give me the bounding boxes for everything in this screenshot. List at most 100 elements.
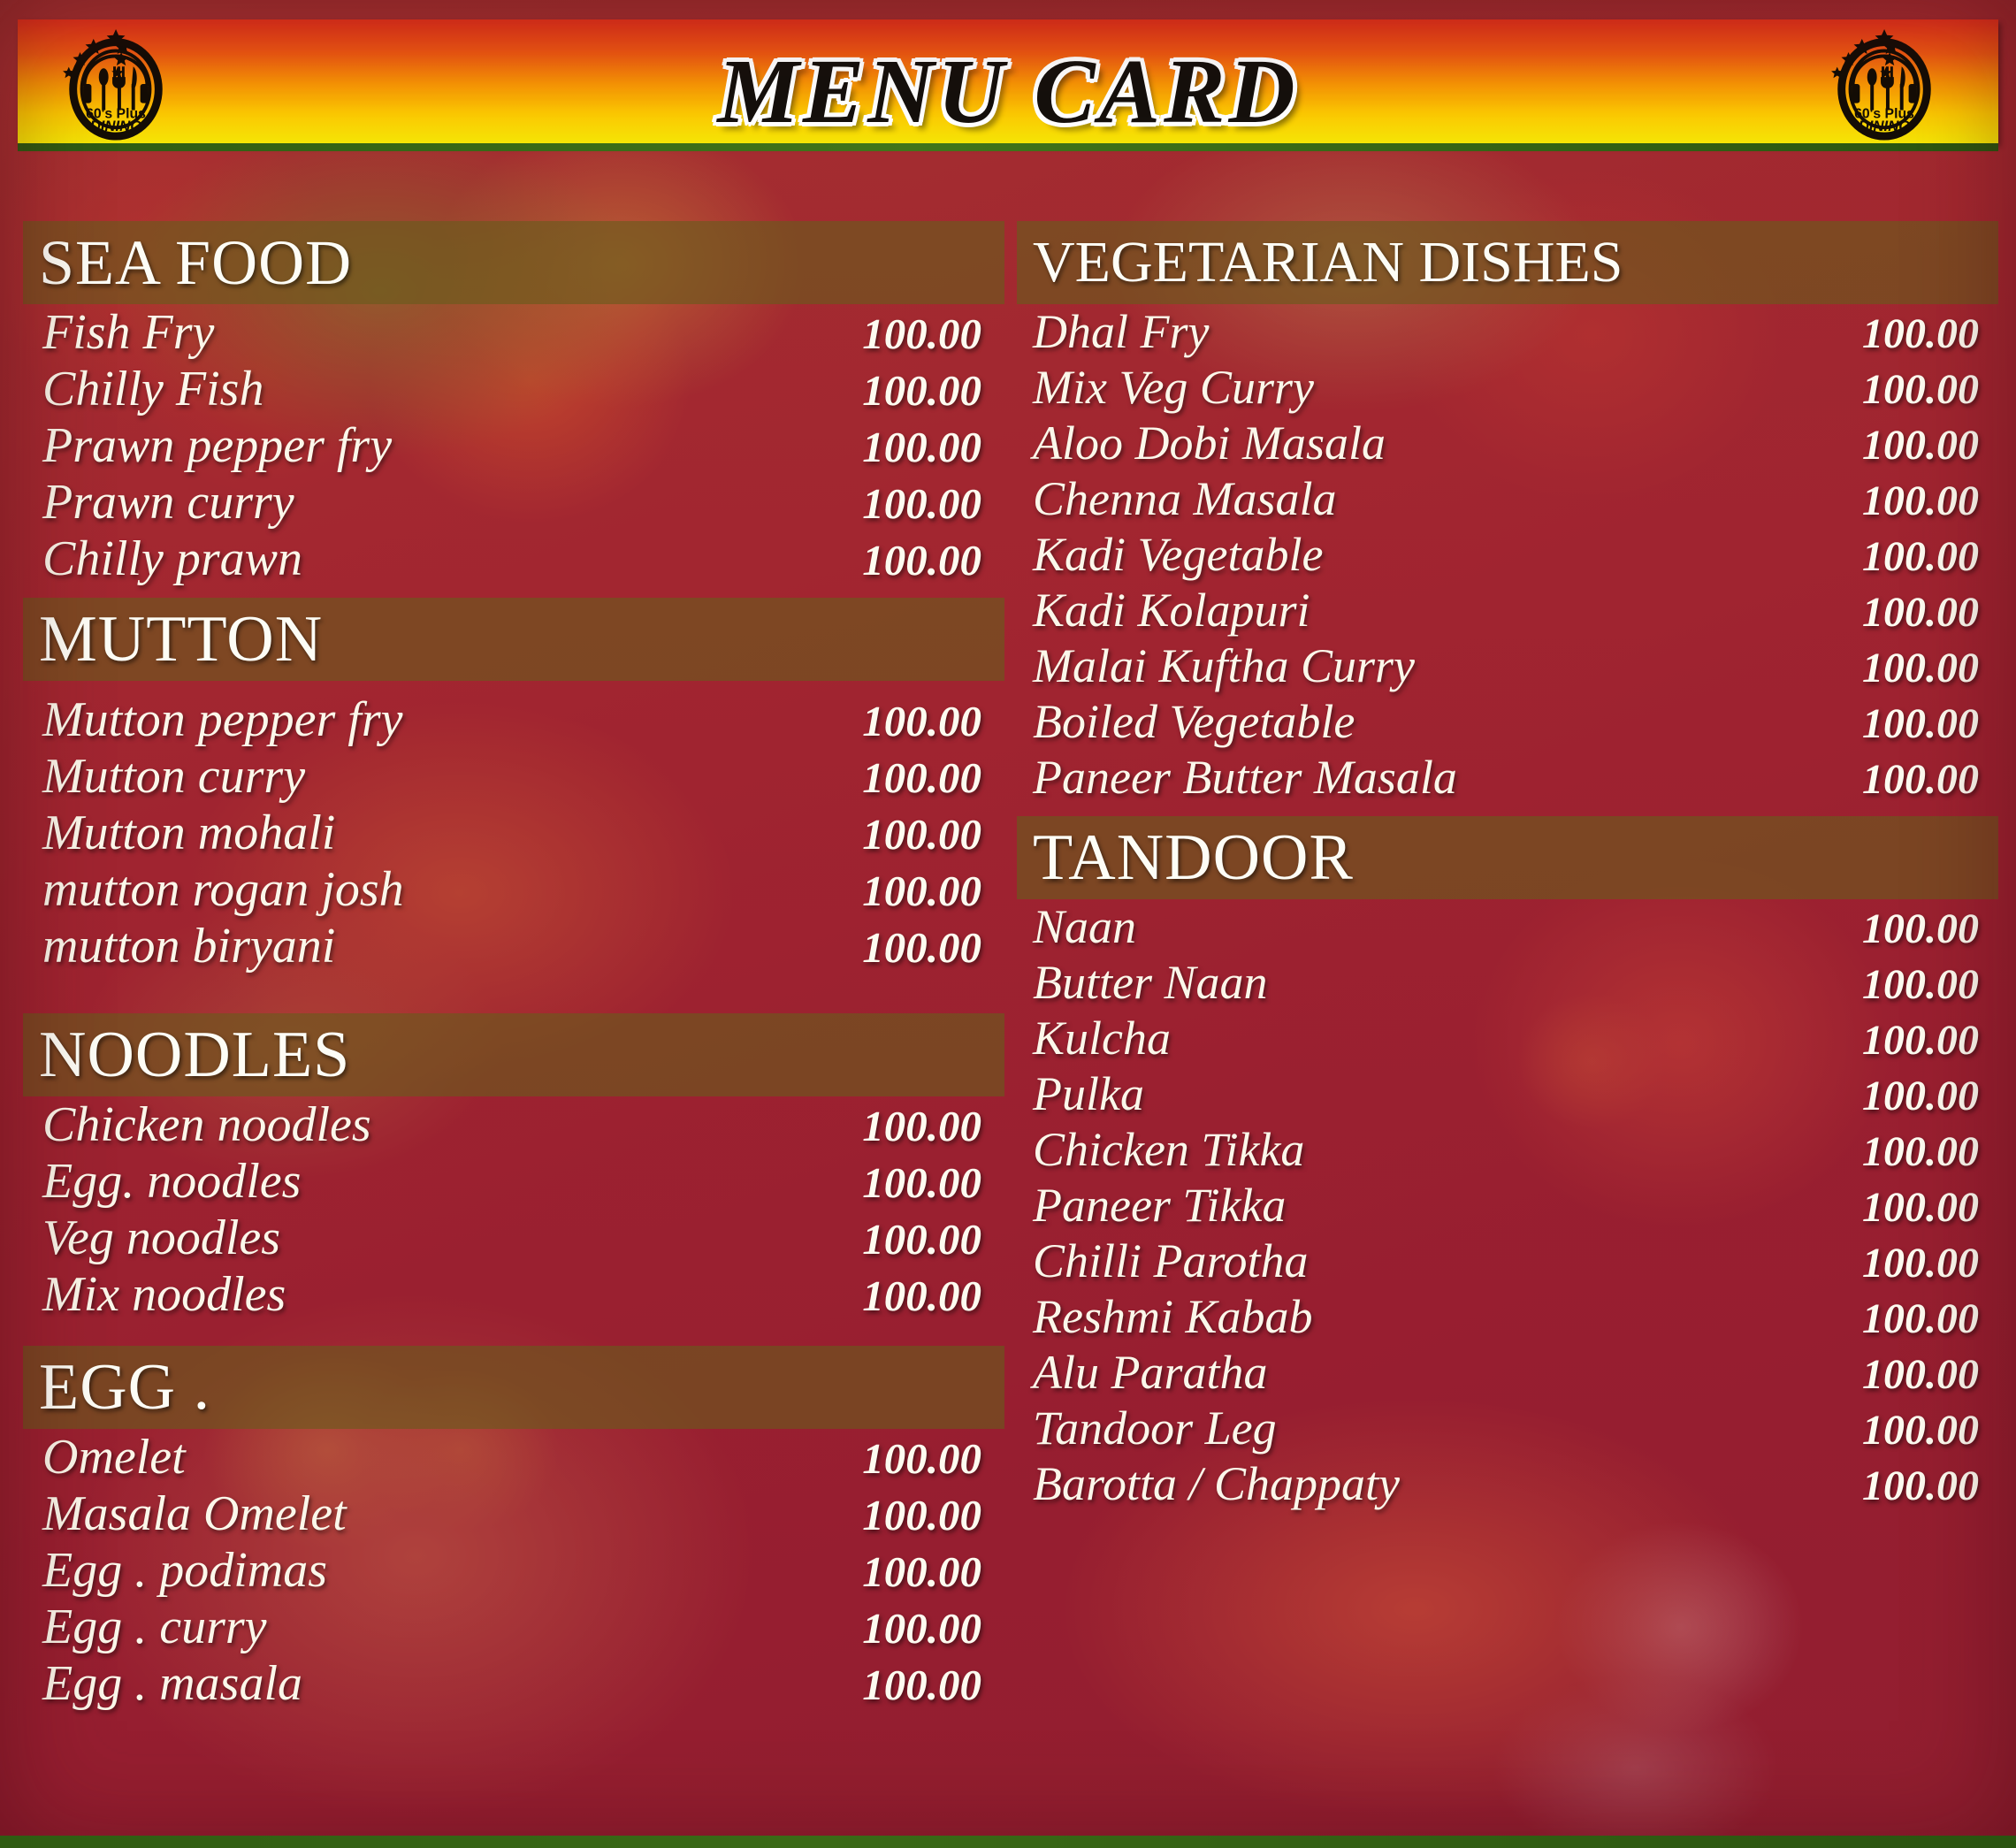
menu-row: mutton rogan josh 100.00 — [23, 861, 1004, 918]
menu-row: Tandoor Leg 100.00 — [1017, 1401, 1998, 1456]
menu-row: Egg . masala 100.00 — [23, 1655, 1004, 1712]
item-price: 100.00 — [862, 1271, 981, 1320]
item-name: Mutton curry — [42, 749, 306, 804]
section-header-sea-food: SEA FOOD — [23, 221, 1004, 304]
svg-text:DINING: DINING — [1859, 118, 1911, 134]
item-name: Chicken Tikka — [1033, 1123, 1305, 1176]
section-title: VEGETARIAN DISHES — [1033, 230, 1623, 294]
section-items-mutton: Mutton pepper fry 100.00 Mutton curry 10… — [23, 691, 1004, 974]
item-name: Chilli Parotha — [1033, 1234, 1309, 1287]
svg-text:DINING: DINING — [90, 118, 142, 134]
item-price: 100.00 — [1862, 477, 1979, 524]
item-price: 100.00 — [862, 1491, 981, 1539]
item-price: 100.00 — [862, 536, 981, 584]
menu-row: mutton biryani 100.00 — [23, 918, 1004, 974]
menu-row: Naan 100.00 — [1017, 899, 1998, 955]
item-price: 100.00 — [1862, 1295, 1979, 1342]
menu-row: Egg . podimas 100.00 — [23, 1542, 1004, 1599]
menu-row: Chicken Tikka 100.00 — [1017, 1122, 1998, 1178]
item-price: 100.00 — [1862, 589, 1979, 636]
menu-row: Kadi Vegetable 100.00 — [1017, 527, 1998, 583]
menu-row: Chicken noodles 100.00 — [23, 1096, 1004, 1153]
menu-card: MENU CARD 60's Plus DINING 60's Plus DIN… — [0, 0, 2016, 1848]
item-name: Naan — [1033, 900, 1137, 953]
item-price: 100.00 — [862, 1434, 981, 1483]
menu-row: Aloo Dobi Masala 100.00 — [1017, 416, 1998, 471]
menu-row: Egg. noodles 100.00 — [23, 1153, 1004, 1210]
menu-row: Paneer Tikka 100.00 — [1017, 1178, 1998, 1233]
section-header-tandoor: TANDOOR — [1017, 816, 1998, 899]
menu-row: Mutton mohali 100.00 — [23, 805, 1004, 861]
section-title: MUTTON — [39, 603, 324, 676]
item-name: Mutton mohali — [42, 806, 336, 860]
menu-row: Chilly Fish 100.00 — [23, 361, 1004, 417]
item-name: Boiled Vegetable — [1033, 695, 1355, 748]
item-name: Paneer Butter Masala — [1033, 751, 1457, 804]
section-header-mutton: MUTTON — [23, 598, 1004, 681]
menu-row: Malai Kuftha Curry 100.00 — [1017, 638, 1998, 694]
menu-row: Pulka 100.00 — [1017, 1066, 1998, 1122]
left-menu-column: SEA FOOD Fish Fry 100.00 Chilly Fish 100… — [23, 221, 1004, 1712]
menu-row: Mix Veg Curry 100.00 — [1017, 360, 1998, 416]
item-price: 100.00 — [1862, 700, 1979, 747]
item-name: Mutton pepper fry — [42, 692, 403, 747]
item-name: mutton rogan josh — [42, 862, 404, 917]
item-price: 100.00 — [1862, 1407, 1979, 1454]
item-name: Egg . curry — [42, 1600, 267, 1654]
menu-row: Mutton curry 100.00 — [23, 748, 1004, 805]
item-price: 100.00 — [862, 923, 981, 972]
item-price: 100.00 — [862, 1547, 981, 1596]
item-name: Chenna Masala — [1033, 472, 1337, 525]
bottom-trim — [0, 1836, 2016, 1848]
dining-logo-icon: 60's Plus DINING — [1831, 29, 1931, 141]
item-name: Chilly prawn — [42, 531, 303, 586]
item-price: 100.00 — [862, 423, 981, 471]
item-price: 100.00 — [1862, 1073, 1979, 1119]
menu-row: Mix noodles 100.00 — [23, 1266, 1004, 1323]
section-header-vegetarian-dishes: VEGETARIAN DISHES — [1017, 221, 1998, 304]
menu-row: Reshmi Kabab 100.00 — [1017, 1289, 1998, 1345]
item-name: Veg noodles — [42, 1210, 281, 1265]
item-name: Malai Kuftha Curry — [1033, 639, 1416, 692]
item-name: Prawn pepper fry — [42, 418, 393, 473]
section-header-noodles: NOODLES — [23, 1013, 1004, 1096]
section-header-egg: EGG . — [23, 1346, 1004, 1429]
item-name: Mix Veg Curry — [1033, 361, 1314, 414]
item-price: 100.00 — [1862, 905, 1979, 952]
logo-right: 60's Plus DINING — [1823, 21, 1945, 143]
item-price: 100.00 — [1862, 1017, 1979, 1064]
item-price: 100.00 — [862, 1661, 981, 1709]
item-price: 100.00 — [862, 1158, 981, 1207]
item-name: Mix noodles — [42, 1267, 286, 1322]
item-name: Reshmi Kabab — [1033, 1290, 1313, 1343]
section-title: EGG . — [39, 1351, 211, 1424]
item-name: Masala Omelet — [42, 1486, 347, 1541]
item-price: 100.00 — [862, 810, 981, 859]
item-price: 100.00 — [862, 309, 981, 358]
item-name: Egg . podimas — [42, 1543, 327, 1598]
item-name: Pulka — [1033, 1067, 1144, 1120]
item-price: 100.00 — [1862, 1351, 1979, 1398]
menu-row: Barotta / Chappaty 100.00 — [1017, 1456, 1998, 1512]
item-name: Tandoor Leg — [1033, 1401, 1277, 1455]
item-price: 100.00 — [862, 479, 981, 528]
menu-row: Masala Omelet 100.00 — [23, 1485, 1004, 1542]
item-price: 100.00 — [1862, 1184, 1979, 1231]
item-price: 100.00 — [862, 697, 981, 745]
menu-row: Kulcha 100.00 — [1017, 1011, 1998, 1066]
item-price: 100.00 — [862, 1102, 981, 1150]
item-name: mutton biryani — [42, 919, 336, 974]
section-items-sea-food: Fish Fry 100.00 Chilly Fish 100.00 Prawn… — [23, 304, 1004, 587]
menu-row: Paneer Butter Masala 100.00 — [1017, 750, 1998, 806]
item-name: Egg. noodles — [42, 1154, 302, 1209]
item-name: Fish Fry — [42, 305, 215, 360]
item-name: Alu Paratha — [1033, 1346, 1268, 1399]
menu-row: Omelet 100.00 — [23, 1429, 1004, 1485]
menu-row: Chilly prawn 100.00 — [23, 531, 1004, 587]
menu-row: Alu Paratha 100.00 — [1017, 1345, 1998, 1401]
page-title: MENU CARD — [717, 41, 1299, 142]
